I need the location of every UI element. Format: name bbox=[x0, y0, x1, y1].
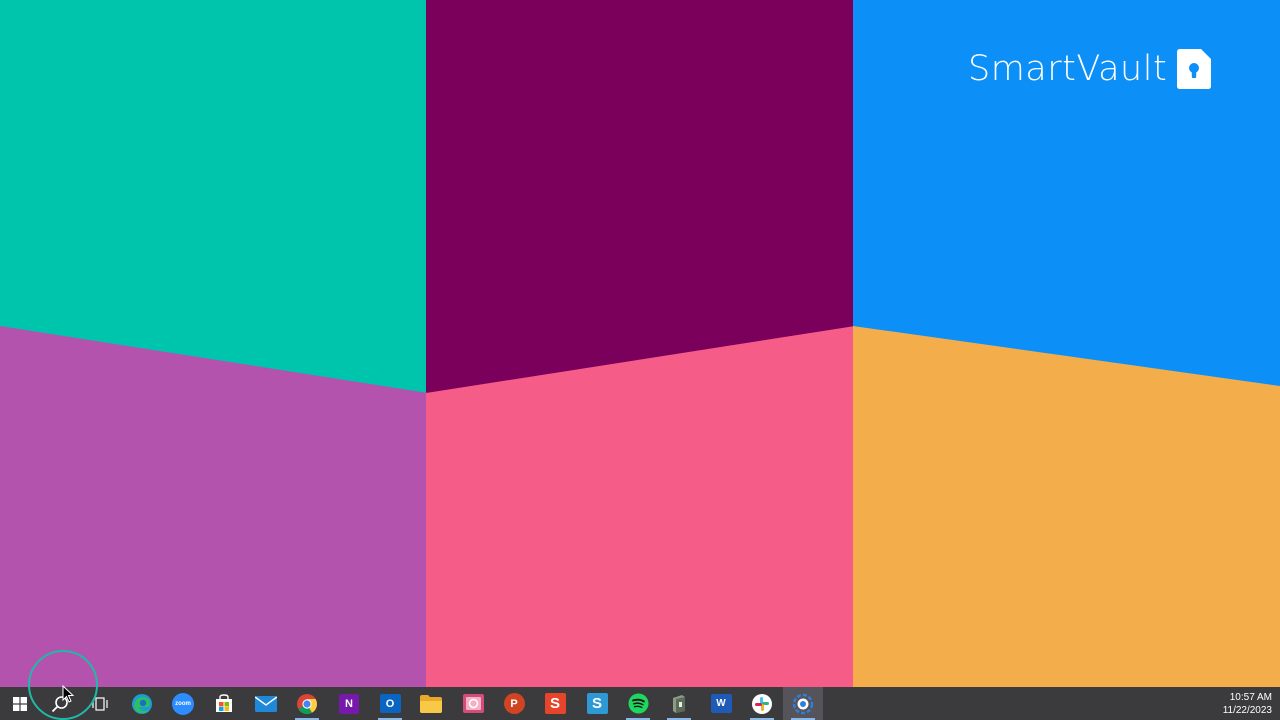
smartvault-button[interactable] bbox=[783, 687, 823, 720]
slack-button[interactable] bbox=[742, 687, 782, 720]
snagit-letter: S bbox=[549, 695, 560, 712]
zoom-button[interactable]: zoom bbox=[163, 687, 203, 720]
folder-icon bbox=[420, 694, 442, 713]
powerpoint-icon: P bbox=[503, 693, 525, 714]
onenote-icon: N bbox=[339, 693, 359, 714]
outlook-icon: O bbox=[379, 694, 401, 713]
word-letter: W bbox=[716, 698, 726, 709]
wallpaper-panel-rose bbox=[426, 326, 855, 720]
brand-name: SmartVault bbox=[968, 49, 1168, 89]
document-keyhole-icon bbox=[1177, 49, 1212, 89]
chrome-icon bbox=[296, 693, 318, 715]
mouse-pointer-icon bbox=[62, 684, 75, 708]
outlook-button[interactable]: O bbox=[370, 687, 410, 720]
file-explorer-button[interactable] bbox=[411, 687, 451, 720]
word-button[interactable]: W bbox=[701, 687, 741, 720]
app-s-button[interactable]: S bbox=[577, 687, 617, 720]
photos-icon bbox=[462, 694, 484, 713]
green-app-icon bbox=[670, 694, 688, 714]
clock-date: 11/22/2023 bbox=[1222, 704, 1272, 716]
smartvault-app-icon bbox=[792, 693, 814, 715]
wallpaper bbox=[0, 0, 1280, 720]
clock-time: 10:57 AM bbox=[1229, 691, 1272, 703]
zoom-icon: zoom bbox=[172, 692, 194, 715]
outlook-letter: O bbox=[385, 697, 395, 710]
snagit-icon: S bbox=[544, 693, 566, 714]
onenote-letter: N bbox=[345, 697, 353, 710]
wallpaper-panel-amber bbox=[853, 326, 1280, 720]
powerpoint-letter: P bbox=[510, 697, 518, 710]
store-button[interactable] bbox=[204, 687, 244, 720]
chrome-button[interactable] bbox=[287, 687, 327, 720]
edge-icon bbox=[131, 693, 153, 715]
mail-icon bbox=[255, 695, 277, 712]
edge-button[interactable] bbox=[122, 687, 162, 720]
app-green-button[interactable] bbox=[659, 687, 699, 720]
sapp-letter: S bbox=[591, 695, 602, 712]
desktop: SmartVault zoom N O P S S W 10:57 AM 11/… bbox=[0, 0, 1280, 720]
windows-logo-icon bbox=[13, 696, 27, 711]
zoom-label: zoom bbox=[175, 700, 191, 707]
s-app-icon: S bbox=[586, 693, 608, 714]
photos-button[interactable] bbox=[453, 687, 493, 720]
taskbar: zoom N O P S S W 10:57 AM 11/22/2023 bbox=[0, 687, 1280, 720]
store-icon bbox=[214, 693, 234, 714]
word-icon: W bbox=[710, 694, 732, 713]
smartvault-brand: SmartVault bbox=[968, 48, 1212, 90]
slack-icon bbox=[752, 693, 772, 714]
powerpoint-button[interactable]: P bbox=[494, 687, 534, 720]
onenote-button[interactable]: N bbox=[329, 687, 369, 720]
snagit-button[interactable]: S bbox=[535, 687, 575, 720]
system-tray-clock[interactable]: 10:57 AM 11/22/2023 bbox=[1223, 687, 1272, 720]
mail-button[interactable] bbox=[246, 687, 286, 720]
spotify-button[interactable] bbox=[618, 687, 658, 720]
spotify-icon bbox=[628, 693, 649, 714]
